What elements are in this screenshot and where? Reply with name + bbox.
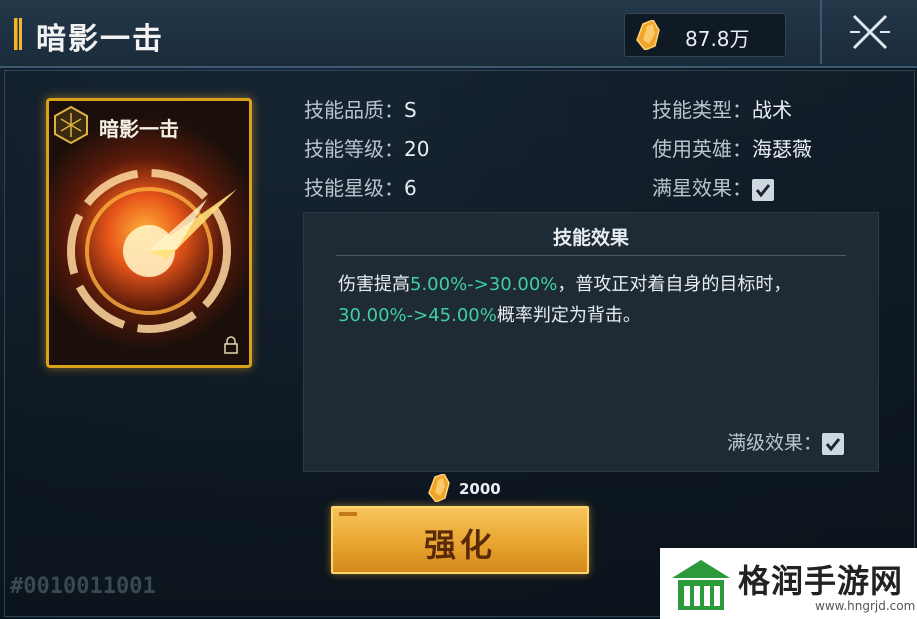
effect-highlight-1: 5.00%->30.00% [410,274,558,295]
watermark-name: 格润手游网 [738,562,904,600]
hexagon-emblem-icon [54,105,88,145]
effect-text-3: 概率判定为背击。 [496,305,641,326]
quality-row: 技能品质：S [304,94,417,123]
level-value: 20 [404,137,430,161]
effect-highlight-2: 30.00%->45.00% [338,305,497,326]
full-star-row: 满星效果： [652,172,774,201]
card-skill-name: 暗影一击 [99,117,179,141]
watermark-url: www.hngrjd.com [815,599,916,613]
full-star-checkbox[interactable] [752,178,774,201]
quality-value: S [404,98,417,122]
hero-label: 使用英雄： [652,137,752,161]
skill-art-icon [67,169,237,333]
effect-divider [336,255,846,256]
top-bar: 暗影一击 87.8万 [0,0,917,68]
max-level-label: 满级效果： [726,432,822,454]
effect-box: 技能效果 伤害提高5.00%->30.00%，普攻正对着自身的目标时， 30.00… [303,212,879,472]
title-marker-icon [14,18,22,50]
watermark: 格润手游网 www.hngrjd.com [660,548,917,619]
close-icon [850,14,890,50]
lock-icon [224,336,238,354]
quality-label: 技能品质： [304,98,404,122]
effect-title: 技能效果 [552,227,629,249]
effect-description: 伤害提高5.00%->30.00%，普攻正对着自身的目标时， 30.00%->45… [338,269,848,331]
effect-text-1: 伤害提高 [338,274,410,295]
button-tag [339,512,357,516]
hero-row: 使用英雄：海瑟薇 [652,133,812,162]
max-level-row: 满级效果： [727,428,844,455]
checkmark-icon [755,183,771,197]
level-row: 技能等级：20 [304,133,429,162]
page-title: 暗影一击 [36,22,164,57]
type-label: 技能类型： [652,98,752,122]
level-label: 技能等级： [304,137,404,161]
type-value: 战术 [752,98,792,122]
crystal-icon [428,474,450,502]
effect-text-2: ，普攻正对着自身的目标时， [557,274,792,295]
upgrade-button-label: 强化 [423,526,496,564]
type-row: 技能类型：战术 [652,94,792,123]
site-logo-icon [672,560,730,610]
full-star-label: 满星效果： [652,176,752,200]
currency-display: 87.8万 [624,13,786,57]
item-code: #0010011001 [10,574,156,599]
max-level-checkbox[interactable] [822,432,844,455]
currency-value: 87.8万 [685,27,750,51]
crystal-icon [636,20,660,50]
cost-value: 2000 [459,480,501,498]
star-label: 技能星级： [304,176,404,200]
hero-value: 海瑟薇 [752,137,812,161]
checkmark-icon [825,437,841,451]
star-value: 6 [404,176,417,200]
upgrade-button[interactable]: 强化 [331,506,589,574]
skill-card: 暗影一击 [46,98,252,368]
close-button[interactable] [820,0,917,64]
star-row: 技能星级：6 [304,172,417,201]
